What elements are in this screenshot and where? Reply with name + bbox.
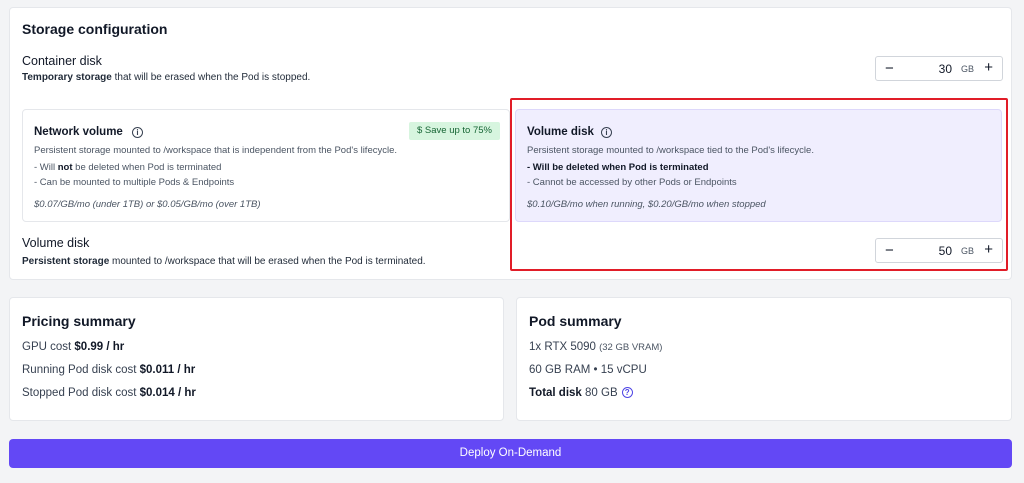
network-volume-bullet-2: - Can be mounted to multiple Pods & Endp… [34, 177, 235, 188]
pod-total-disk-value: 80 GB [581, 387, 618, 399]
pod-total-disk-label: Total disk [529, 387, 582, 399]
container-disk-stepper[interactable]: − 30 GB + [875, 56, 1003, 81]
network-volume-card[interactable]: Network volume i $ Save up to 75% Persis… [22, 109, 510, 222]
network-volume-description: Persistent storage mounted to /workspace… [34, 145, 398, 156]
pod-ram-cpu: 60 GB RAM • 15 vCPU [529, 364, 647, 376]
network-bullet-1-bold: not [57, 162, 73, 173]
pod-gpu: 1x RTX 5090 (32 GB VRAM) [529, 341, 662, 353]
running-disk-cost-value: $0.011 / hr [139, 364, 196, 376]
deploy-on-demand-button[interactable]: Deploy On-Demand [9, 439, 1012, 468]
volume-disk-description: Persistent storage mounted to /workspace… [22, 256, 426, 267]
pod-summary-panel: Pod summary 1x RTX 5090 (32 GB VRAM) 60 … [516, 297, 1012, 421]
container-disk-plus-button[interactable]: + [984, 59, 993, 76]
stopped-disk-cost-label: Stopped Pod disk cost [22, 387, 140, 399]
stopped-disk-cost: Stopped Pod disk cost $0.014 / hr [22, 387, 196, 399]
container-disk-title: Container disk [22, 54, 102, 68]
gpu-cost: GPU cost $0.99 / hr [22, 341, 124, 353]
container-disk-unit: GB [960, 64, 974, 74]
container-disk-description: Temporary storage that will be erased wh… [22, 72, 310, 83]
network-volume-bullet-1: - Will not be deleted when Pod is termin… [34, 162, 221, 173]
pod-gpu-name: 1x RTX 5090 [529, 341, 600, 353]
storage-title: Storage configuration [22, 21, 168, 37]
volume-disk-title: Volume disk [22, 236, 90, 250]
network-volume-title: Network volume [34, 126, 123, 138]
gpu-cost-value: $0.99 / hr [74, 341, 125, 353]
container-disk-value[interactable]: 30 [939, 62, 952, 76]
pricing-summary-title: Pricing summary [22, 313, 136, 329]
volume-disk-desc-bold: Persistent storage [22, 256, 110, 267]
running-disk-cost-label: Running Pod disk cost [22, 364, 140, 376]
help-icon[interactable]: ? [621, 387, 633, 398]
pod-gpu-vram: (32 GB VRAM) [599, 342, 663, 353]
gpu-cost-label: GPU cost [22, 341, 75, 353]
container-disk-minus-button[interactable]: − [885, 60, 894, 77]
container-disk-desc-rest: that will be erased when the Pod is stop… [111, 72, 311, 83]
container-disk-desc-bold: Temporary storage [22, 72, 112, 83]
save-badge: $ Save up to 75% [409, 122, 500, 140]
info-icon[interactable]: i [132, 127, 143, 138]
volume-disk-desc-rest: mounted to /workspace that will be erase… [109, 256, 426, 267]
highlight-box [510, 98, 1008, 271]
pod-total-disk: Total disk 80 GB? [529, 387, 633, 399]
stopped-disk-cost-value: $0.014 / hr [139, 387, 196, 399]
pod-summary-title: Pod summary [529, 313, 622, 329]
running-disk-cost: Running Pod disk cost $0.011 / hr [22, 364, 195, 376]
pricing-summary-panel: Pricing summary GPU cost $0.99 / hr Runn… [9, 297, 504, 421]
network-bullet-1-pre: - Will [34, 162, 58, 173]
network-bullet-1-post: be deleted when Pod is terminated [72, 162, 222, 173]
network-volume-price: $0.07/GB/mo (under 1TB) or $0.05/GB/mo (… [34, 199, 261, 210]
